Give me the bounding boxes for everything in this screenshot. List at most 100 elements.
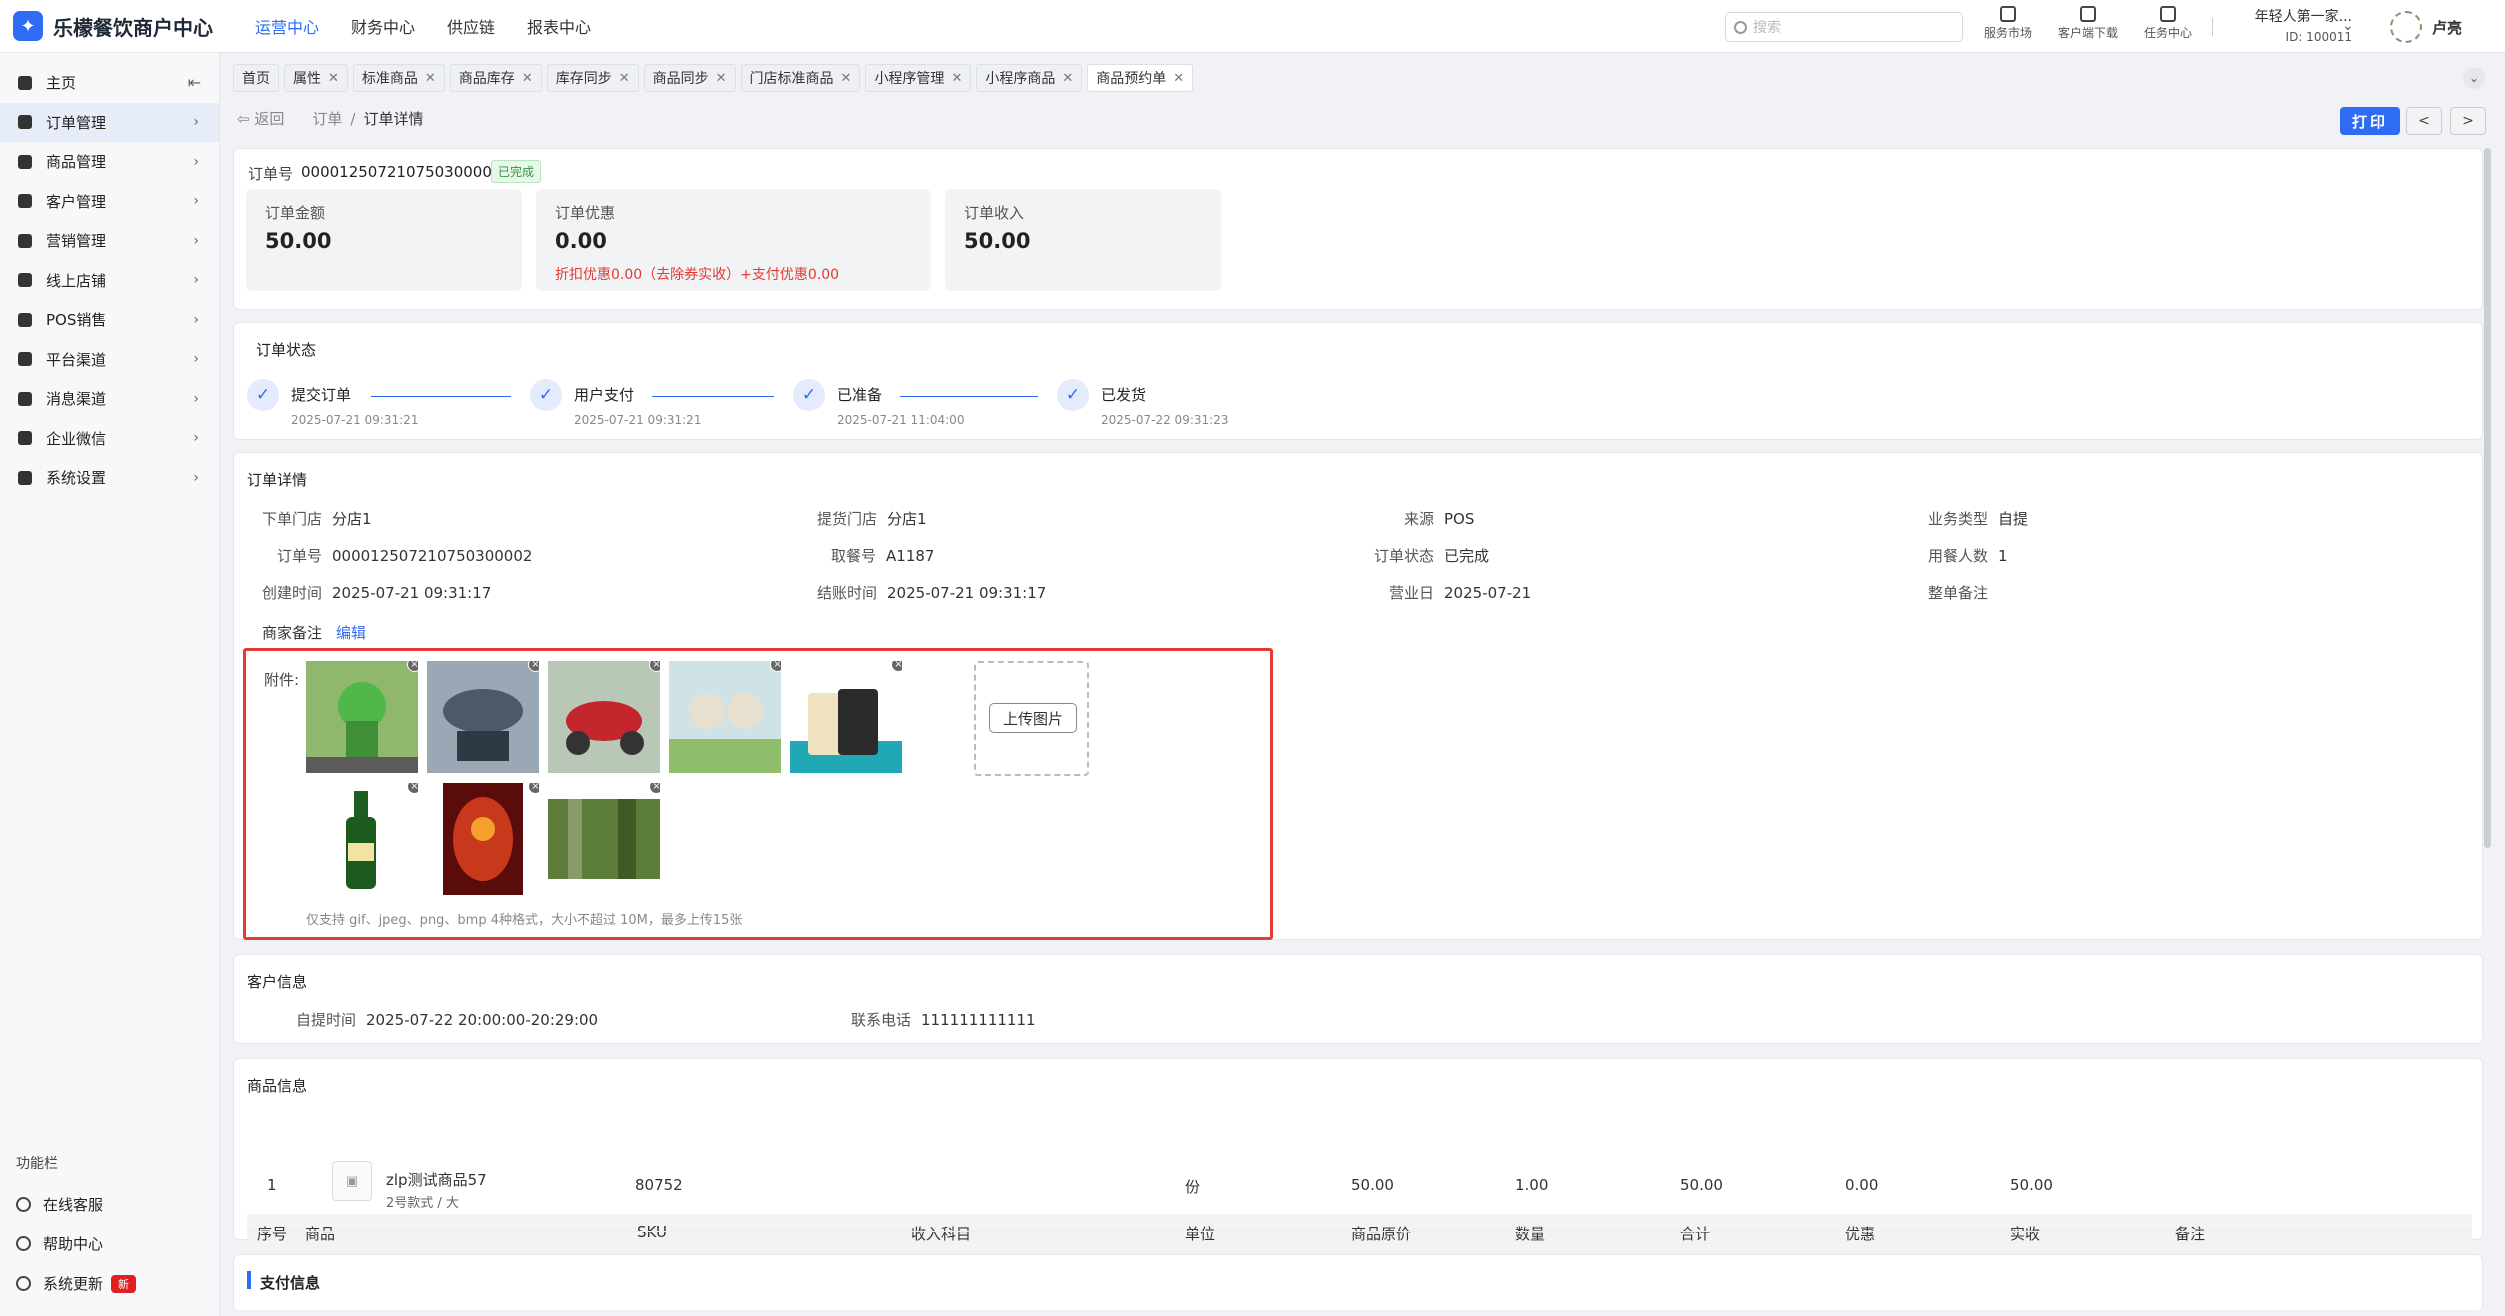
- close-icon[interactable]: ✕: [951, 71, 962, 86]
- column-header: 收入科目: [911, 1225, 972, 1243]
- avatar[interactable]: [2390, 11, 2422, 43]
- customer-info-title: 客户信息: [247, 973, 308, 991]
- tab-home[interactable]: 首页: [233, 64, 279, 92]
- field-pickup-store: 提货门店 分店1: [817, 508, 927, 529]
- close-icon[interactable]: ✕: [841, 71, 852, 86]
- topnav-reports[interactable]: 报表中心: [527, 14, 591, 38]
- upload-image-button[interactable]: 上传图片: [989, 703, 1077, 733]
- back-link[interactable]: ⇦ 返回: [237, 108, 284, 129]
- sidebar-item-customers[interactable]: 客户管理 ›: [0, 182, 219, 222]
- print-button[interactable]: 打印: [2340, 107, 2400, 135]
- attachment-image[interactable]: ×: [427, 783, 539, 895]
- tab-goods-sync[interactable]: 商品同步 ✕: [643, 64, 736, 92]
- close-icon[interactable]: ✕: [1062, 71, 1073, 86]
- search-input[interactable]: 搜索: [1725, 12, 1963, 42]
- close-icon[interactable]: ✕: [522, 71, 533, 86]
- sidebar-item-wecom[interactable]: 企业微信 ›: [0, 419, 219, 459]
- attachment-image[interactable]: ×: [548, 783, 660, 895]
- download-icon: [2080, 6, 2096, 22]
- chevron-down-icon[interactable]: ⌄: [2342, 18, 2354, 34]
- close-icon[interactable]: ✕: [328, 71, 339, 86]
- client-download-button[interactable]: 客户端下载: [2048, 6, 2128, 41]
- top-tools: 服务市场 客户端下载 任务中心: [1968, 6, 2208, 41]
- attachment-image[interactable]: ×: [306, 783, 418, 895]
- upload-area[interactable]: 上传图片: [974, 661, 1089, 776]
- field-order-status: 订单状态 已完成: [1374, 545, 1489, 566]
- column-header: 单位: [1185, 1225, 1216, 1243]
- sidebar-item-platform[interactable]: 平台渠道 ›: [0, 340, 219, 380]
- page-scrollbar[interactable]: [2484, 148, 2491, 848]
- attachment-image[interactable]: ×: [790, 661, 902, 773]
- attachment-image[interactable]: ×: [306, 661, 418, 773]
- close-icon[interactable]: ✕: [1173, 71, 1184, 86]
- sidebar: 主页 ⇤ 订单管理 › 商品管理 › 客户管理 › 营销管理 › 线上店铺 › …: [0, 53, 220, 1316]
- field-key: 来源: [1404, 510, 1435, 528]
- next-order-button[interactable]: >: [2450, 107, 2486, 135]
- sidebar-item-settings[interactable]: 系统设置 ›: [0, 458, 219, 498]
- chevron-right-icon: ›: [193, 390, 199, 407]
- order-status-title: 订单状态: [256, 341, 317, 359]
- topnav-supply-chain[interactable]: 供应链: [447, 14, 495, 38]
- merchant-switcher[interactable]: 年轻人第一家... ID: 100011: [2226, 6, 2352, 44]
- tab-standard-goods[interactable]: 标准商品 ✕: [352, 64, 445, 92]
- topnav-operations[interactable]: 运营中心: [255, 14, 319, 38]
- cell-product-name[interactable]: zlp测试商品57: [386, 1169, 487, 1190]
- tab-stock-sync[interactable]: 库存同步 ✕: [546, 64, 639, 92]
- field-order-remark: 整单备注: [1928, 582, 1998, 603]
- field-key: 取餐号: [831, 547, 877, 565]
- step-time: 2025-07-21 09:31:21: [291, 413, 419, 427]
- cell-discount: 0.00: [1845, 1176, 1879, 1194]
- figure-image: [790, 661, 902, 773]
- breadcrumb-parent[interactable]: 订单: [312, 108, 342, 129]
- search-placeholder: 搜索: [1753, 20, 1781, 36]
- step-time: 2025-07-22 09:31:23: [1101, 413, 1229, 427]
- sidebar-item-pos[interactable]: POS销售 ›: [0, 300, 219, 340]
- tab-menu-chevron-icon[interactable]: ⌄: [2463, 67, 2485, 89]
- sidebar-item-online-store[interactable]: 线上店铺 ›: [0, 261, 219, 301]
- sidebar-item-marketing[interactable]: 营销管理 ›: [0, 221, 219, 261]
- tab-miniapp-management[interactable]: 小程序管理 ✕: [865, 64, 972, 92]
- edit-remark-link[interactable]: 编辑: [336, 624, 366, 642]
- field-value: 111111111111: [921, 1011, 1036, 1029]
- collapse-sidebar-icon[interactable]: ⇤: [188, 73, 201, 92]
- tab-miniapp-goods[interactable]: 小程序商品 ✕: [976, 64, 1083, 92]
- close-icon[interactable]: ✕: [716, 71, 727, 86]
- tab-attributes[interactable]: 属性 ✕: [284, 64, 348, 92]
- service-market-button[interactable]: 服务市场: [1968, 6, 2048, 41]
- sidebar-item-label: 线上店铺: [46, 271, 107, 290]
- online-service-item[interactable]: 在线客服: [16, 1194, 103, 1215]
- topnav-finance[interactable]: 财务中心: [351, 14, 415, 38]
- app-logo[interactable]: ✦ 乐檬餐饮商户中心: [13, 11, 233, 41]
- sidebar-item-orders[interactable]: 订单管理 ›: [0, 102, 219, 142]
- user-name[interactable]: 卢亮: [2432, 17, 2462, 38]
- top-divider: [2212, 18, 2213, 36]
- prev-order-button[interactable]: <: [2406, 107, 2442, 135]
- close-icon[interactable]: ✕: [425, 71, 436, 86]
- breadcrumb: ⇦ 返回 订单 / 订单详情: [237, 108, 423, 129]
- attachment-image[interactable]: ×: [548, 661, 660, 773]
- step-connector: [900, 396, 1038, 397]
- column-header: 合计: [1680, 1225, 1711, 1243]
- attachment-image[interactable]: ×: [669, 661, 781, 773]
- field-key: 结账时间: [817, 584, 878, 602]
- attachment-image[interactable]: ×: [427, 661, 539, 773]
- product-info-title: 商品信息: [247, 1077, 308, 1095]
- service-market-label: 服务市场: [1983, 26, 2032, 40]
- task-center-button[interactable]: 任务中心: [2128, 6, 2208, 41]
- field-value: 分店1: [887, 510, 927, 528]
- system-update-item[interactable]: 系统更新 新: [16, 1273, 137, 1294]
- close-icon[interactable]: ✕: [619, 71, 630, 86]
- breadcrumb-current: 订单详情: [363, 110, 424, 128]
- sidebar-item-message[interactable]: 消息渠道 ›: [0, 379, 219, 419]
- field-value: 分店1: [332, 510, 372, 528]
- tab-goods-reservation[interactable]: 商品预约单 ✕: [1087, 64, 1194, 92]
- channel-icon: [18, 352, 32, 367]
- tab-store-standard-goods[interactable]: 门店标准商品 ✕: [740, 64, 861, 92]
- cell-original-price: 50.00: [1351, 1176, 1394, 1194]
- sidebar-item-home[interactable]: 主页 ⇤: [0, 63, 219, 103]
- step-connector: [652, 396, 774, 397]
- field-key: 业务类型: [1928, 510, 1989, 528]
- tab-goods-stock[interactable]: 商品库存 ✕: [449, 64, 542, 92]
- help-center-item[interactable]: 帮助中心: [16, 1233, 103, 1254]
- sidebar-item-goods[interactable]: 商品管理 ›: [0, 142, 219, 182]
